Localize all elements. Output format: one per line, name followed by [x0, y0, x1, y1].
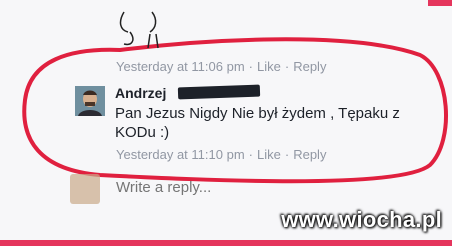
like-link[interactable]: Like: [257, 147, 281, 162]
separator: ·: [284, 59, 290, 74]
brand-corner-bar: [428, 0, 452, 6]
comment-time[interactable]: Yesterday at 11:10 pm: [116, 147, 245, 162]
reply-link[interactable]: Reply: [293, 59, 326, 74]
previous-comment-meta: Yesterday at 11:06 pm · Like · Reply: [116, 59, 326, 74]
watermark: www.wiocha.pl: [281, 207, 442, 232]
like-link[interactable]: Like: [257, 59, 281, 74]
avatar[interactable]: [75, 86, 105, 116]
user-photo-icon: [75, 86, 105, 116]
brand-bottom-bar: [0, 240, 452, 246]
reply-input[interactable]: [116, 179, 316, 196]
separator: ·: [248, 147, 253, 162]
comment-meta: Yesterday at 11:10 pm · Like · Reply: [116, 147, 326, 162]
redacted-surname: [177, 84, 261, 100]
separator: ·: [284, 147, 290, 162]
comment-author-name[interactable]: Andrzej: [115, 85, 166, 101]
comment-body: Pan Jezus Nigdy Nie był żydem , Tępaku z…: [115, 105, 400, 141]
separator: ·: [248, 59, 253, 74]
reply-link[interactable]: Reply: [293, 147, 326, 162]
viewer-avatar: [70, 174, 100, 204]
previous-comment-time: Yesterday at 11:06 pm: [116, 59, 245, 74]
